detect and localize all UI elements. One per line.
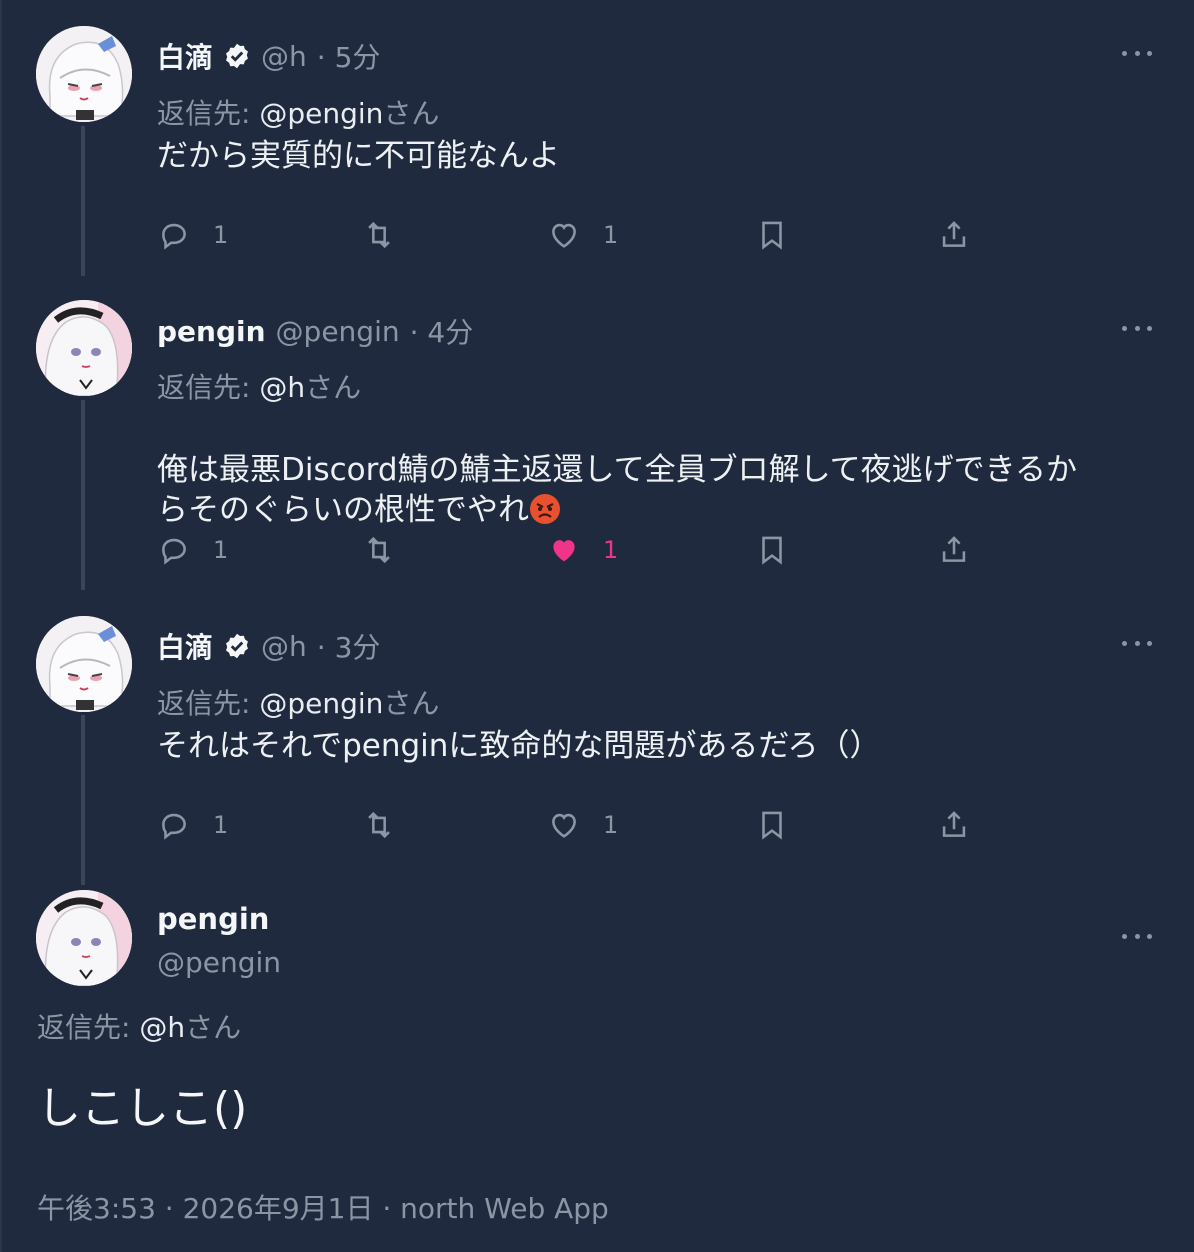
tweet-text-content: 俺は最悪Discord鯖の鯖主返還して全員ブロ解して夜逃げできるか らそのぐらい… <box>157 452 1078 528</box>
reply-suffix: さん <box>383 687 440 720</box>
display-name[interactable]: 白滴 <box>157 36 213 76</box>
action-bar: 1 1 <box>157 805 977 845</box>
tweet-timestamp[interactable]: 午後3:53 · 2026年9月1日 · north Web App <box>37 1187 609 1227</box>
reply-label: 返信先: <box>37 1011 131 1044</box>
avatar-shirataki-image <box>36 616 132 712</box>
main-tweet-header: pengin @pengin <box>157 902 281 979</box>
retweet-button[interactable] <box>362 805 396 845</box>
reply-icon <box>162 813 186 840</box>
tweet-text: それはそれでpenginに致命的な問題があるだろ（） <box>157 728 881 764</box>
bookmark-icon <box>762 811 782 840</box>
reply-handle-link[interactable]: @h <box>139 1011 185 1044</box>
like-count: 1 <box>603 536 619 564</box>
like-button[interactable]: 1 <box>547 215 618 255</box>
reply-count: 1 <box>213 221 229 249</box>
like-count: 1 <box>603 221 619 249</box>
avatar[interactable] <box>36 300 132 396</box>
avatar[interactable] <box>36 890 132 986</box>
tweet-time[interactable]: · 5分 <box>317 36 381 76</box>
tweet-time[interactable]: · 3分 <box>317 626 381 666</box>
action-bar: 1 1 <box>157 215 977 255</box>
more-icon[interactable] <box>1122 49 1152 57</box>
display-name[interactable]: pengin <box>157 902 281 936</box>
user-handle[interactable]: @h <box>261 630 307 663</box>
bookmark-button[interactable] <box>755 215 789 255</box>
reply-to: 返信先: @hさん <box>37 1006 241 1046</box>
tweet-header: 白滴 @h · 3分 <box>157 626 380 666</box>
reply-handle-link[interactable]: @pengin <box>259 97 383 130</box>
retweet-button[interactable] <box>362 530 396 570</box>
like-button[interactable]: 1 <box>547 805 618 845</box>
tweet-text: だから実質的に不可能なんよ <box>157 138 560 174</box>
thread-line <box>81 715 85 885</box>
more-icon[interactable] <box>1122 932 1152 940</box>
avatar-pengin-image <box>36 300 132 396</box>
heart-filled-icon <box>553 540 575 562</box>
reply-handle-link[interactable]: @pengin <box>259 687 383 720</box>
bookmark-icon <box>762 221 782 250</box>
heart-icon <box>552 223 576 248</box>
main-tweet-text: しこしこ() <box>37 1083 248 1134</box>
bookmark-icon <box>762 536 782 565</box>
reply-to: 返信先: @penginさん <box>157 92 439 132</box>
share-button[interactable] <box>937 215 971 255</box>
share-button[interactable] <box>937 805 971 845</box>
angry-face-emoji <box>530 494 560 524</box>
reply-button[interactable]: 1 <box>157 215 228 255</box>
more-icon[interactable] <box>1122 639 1152 647</box>
verified-icon <box>226 43 248 69</box>
tweet-header: pengin @pengin · 4分 <box>157 311 473 351</box>
more-icon[interactable] <box>1122 324 1152 332</box>
heart-icon <box>552 813 576 838</box>
like-button[interactable]: 1 <box>547 530 618 570</box>
tweet-text: 俺は最悪Discord鯖の鯖主返還して全員ブロ解して夜逃げできるか らそのぐらい… <box>157 410 1157 530</box>
bookmark-button[interactable] <box>755 530 789 570</box>
thread-line <box>81 400 85 590</box>
display-name[interactable]: 白滴 <box>157 626 213 666</box>
reply-suffix: さん <box>383 97 440 130</box>
avatar[interactable] <box>36 616 132 712</box>
share-button[interactable] <box>937 530 971 570</box>
reply-to: 返信先: @penginさん <box>157 682 439 722</box>
share-icon <box>942 536 966 562</box>
avatar-pengin-image <box>36 890 132 986</box>
reply-button[interactable]: 1 <box>157 530 228 570</box>
reply-label: 返信先: <box>157 687 251 720</box>
bookmark-button[interactable] <box>755 805 789 845</box>
reply-count: 1 <box>213 536 229 564</box>
display-name[interactable]: pengin <box>157 315 266 348</box>
retweet-icon <box>368 536 390 564</box>
tweet-time[interactable]: · 4分 <box>410 311 474 351</box>
reply-icon <box>162 538 186 565</box>
reply-button[interactable]: 1 <box>157 805 228 845</box>
share-icon <box>942 811 966 837</box>
reply-icon <box>162 223 186 250</box>
verified-icon <box>226 633 248 659</box>
retweet-button[interactable] <box>362 215 396 255</box>
share-icon <box>942 221 966 247</box>
reply-label: 返信先: <box>157 371 251 404</box>
thread-line <box>81 126 85 276</box>
conversation-page: 白滴 @h · 5分 返信先: @penginさん だから実質的に不可能なんよ … <box>0 0 1194 1252</box>
reply-label: 返信先: <box>157 97 251 130</box>
user-handle[interactable]: @pengin <box>157 946 281 979</box>
avatar[interactable] <box>36 26 132 122</box>
avatar-shirataki-image <box>36 26 132 122</box>
retweet-icon <box>368 811 390 839</box>
reply-handle-link[interactable]: @h <box>259 371 305 404</box>
like-count: 1 <box>603 811 619 839</box>
user-handle[interactable]: @pengin <box>276 315 400 348</box>
action-bar: 1 1 <box>157 530 977 570</box>
reply-count: 1 <box>213 811 229 839</box>
user-handle[interactable]: @h <box>261 40 307 73</box>
tweet-header: 白滴 @h · 5分 <box>157 36 380 76</box>
reply-suffix: さん <box>185 1011 242 1044</box>
reply-suffix: さん <box>305 371 362 404</box>
retweet-icon <box>368 221 390 249</box>
reply-to: 返信先: @hさん <box>157 366 361 406</box>
